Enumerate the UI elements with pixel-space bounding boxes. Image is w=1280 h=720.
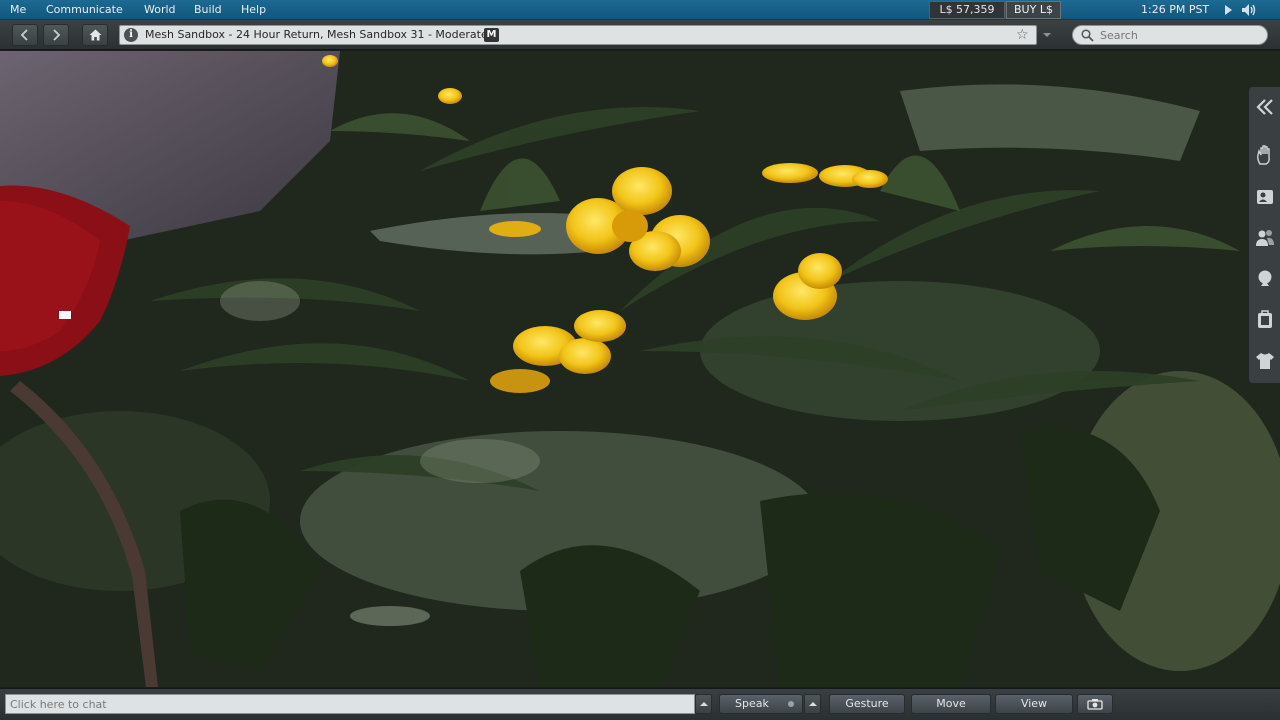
volume-icon[interactable] bbox=[1241, 3, 1257, 17]
sidebar-places-button[interactable] bbox=[1253, 267, 1277, 291]
back-button[interactable] bbox=[12, 24, 38, 46]
menu-world[interactable]: World bbox=[144, 3, 176, 16]
inventory-icon bbox=[1258, 310, 1272, 328]
collapse-icon bbox=[1256, 99, 1273, 115]
balance-display[interactable]: L$ 57,359 bbox=[929, 1, 1005, 19]
people-icon bbox=[1256, 230, 1274, 246]
location-dropdown-icon[interactable] bbox=[1043, 33, 1051, 37]
sidebar-appearance-button[interactable] bbox=[1253, 349, 1277, 373]
view-button[interactable]: View bbox=[995, 694, 1073, 714]
currency-area: L$ 57,359 BUY L$ bbox=[929, 1, 1061, 19]
menu-help[interactable]: Help bbox=[241, 3, 266, 16]
profile-icon bbox=[1257, 190, 1273, 204]
media-play-icon[interactable] bbox=[1225, 5, 1232, 15]
menu-me[interactable]: Me bbox=[10, 3, 26, 16]
maturity-rating-badge: M bbox=[484, 28, 499, 42]
speak-options-button[interactable] bbox=[804, 694, 821, 714]
forward-arrow-icon bbox=[53, 29, 61, 41]
info-icon[interactable]: i bbox=[124, 28, 138, 42]
menu-communicate[interactable]: Communicate bbox=[46, 3, 123, 16]
sidebar-people-button[interactable] bbox=[1253, 226, 1277, 250]
gesture-hand-icon bbox=[1257, 145, 1270, 165]
search-input[interactable] bbox=[1100, 27, 1260, 43]
navigation-bar: i Mesh Sandbox - 24 Hour Return, Mesh Sa… bbox=[0, 20, 1280, 50]
voice-indicator-icon bbox=[788, 701, 794, 707]
menu-build[interactable]: Build bbox=[194, 3, 222, 16]
snapshot-button[interactable] bbox=[1077, 694, 1113, 714]
search-icon bbox=[1081, 29, 1094, 42]
gesture-button[interactable]: Gesture bbox=[829, 694, 905, 714]
chat-history-button[interactable] bbox=[695, 694, 712, 714]
sidebar-inventory-button[interactable] bbox=[1253, 308, 1277, 332]
location-text: Mesh Sandbox - 24 Hour Return, Mesh Sand… bbox=[145, 28, 488, 41]
clock: 1:26 PM PST bbox=[1141, 3, 1210, 16]
location-bar[interactable]: i Mesh Sandbox - 24 Hour Return, Mesh Sa… bbox=[119, 25, 1037, 45]
world-viewport[interactable] bbox=[0, 51, 1280, 687]
appearance-icon bbox=[1256, 353, 1274, 369]
sidebar-toolbar bbox=[1248, 87, 1280, 383]
sidebar-gestures-button[interactable] bbox=[1253, 143, 1277, 167]
speak-button[interactable]: Speak bbox=[719, 694, 803, 714]
pointer-cursor bbox=[59, 311, 71, 319]
forward-button[interactable] bbox=[43, 24, 69, 46]
favorite-star-icon[interactable]: ☆ bbox=[1016, 27, 1029, 43]
move-button[interactable]: Move bbox=[911, 694, 991, 714]
home-icon bbox=[89, 29, 102, 41]
buy-currency-button[interactable]: BUY L$ bbox=[1006, 1, 1061, 19]
search-box bbox=[1072, 25, 1268, 45]
speak-label: Speak bbox=[735, 697, 769, 710]
places-icon bbox=[1258, 270, 1272, 286]
camera-icon bbox=[1087, 699, 1103, 710]
sidebar-profile-button[interactable] bbox=[1253, 185, 1277, 209]
sidebar-collapse-button[interactable] bbox=[1253, 95, 1277, 119]
bottom-toolbar: Speak Gesture Move View bbox=[0, 688, 1280, 720]
scene-render bbox=[0, 51, 1280, 687]
chat-input[interactable] bbox=[5, 694, 695, 714]
back-arrow-icon bbox=[20, 29, 28, 41]
home-button[interactable] bbox=[82, 24, 108, 46]
top-menu-bar: Me Communicate World Build Help L$ 57,35… bbox=[0, 0, 1280, 20]
